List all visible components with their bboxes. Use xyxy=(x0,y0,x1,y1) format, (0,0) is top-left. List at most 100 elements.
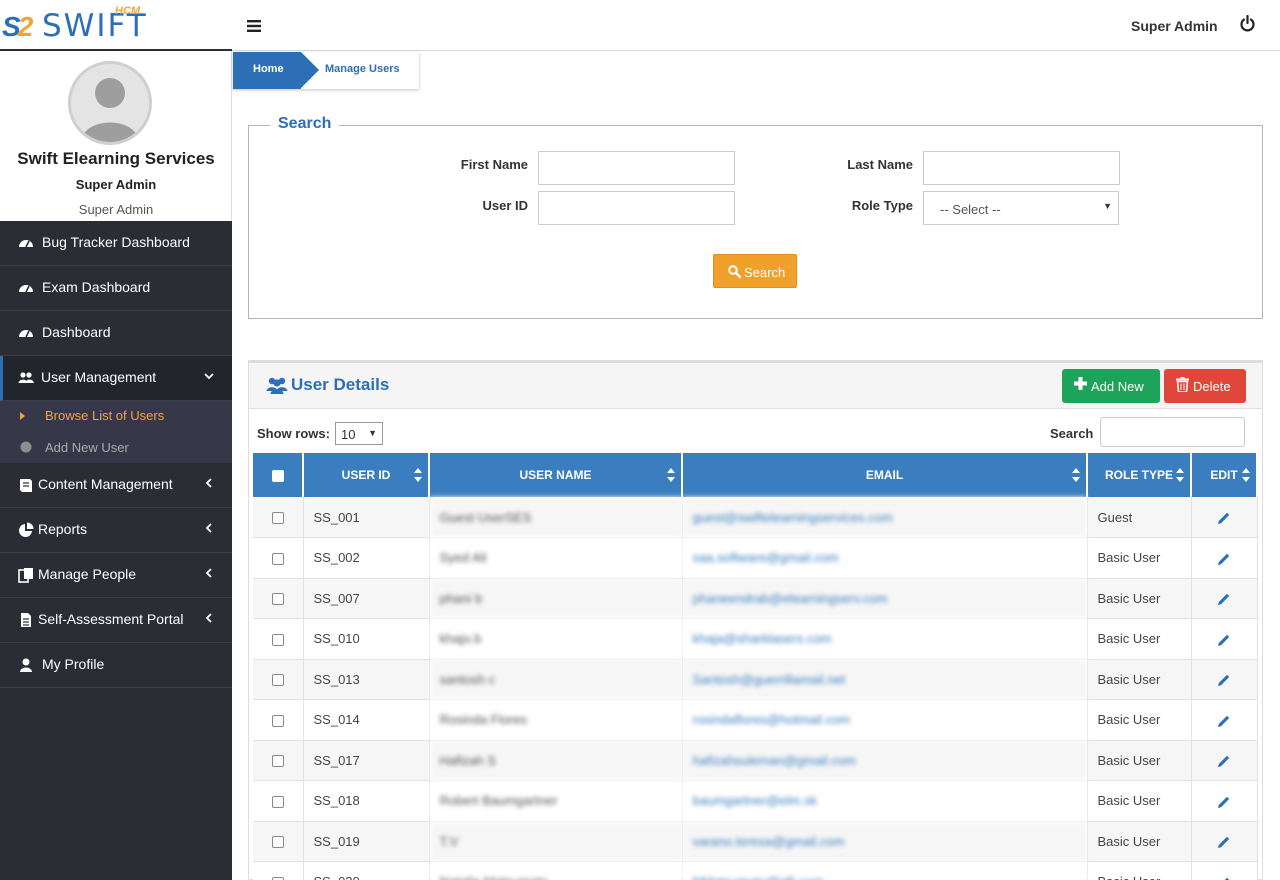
dashboard-icon xyxy=(19,240,33,248)
submenu-item-label: Browse List of Users xyxy=(45,408,165,423)
edit-icon[interactable] xyxy=(1217,876,1231,880)
user-name-cell: Syed Ali xyxy=(429,537,683,579)
user-name-cell: Hafizah S xyxy=(429,740,683,781)
email-cell[interactable]: NMatsumoto@elli.com xyxy=(682,861,1088,880)
row-checkbox[interactable] xyxy=(271,552,284,565)
table-search-input[interactable] xyxy=(1100,417,1245,447)
email-cell[interactable]: hafizahsuleman@gmail.com xyxy=(682,740,1088,781)
users-icon xyxy=(266,377,288,394)
user-avatar-icon xyxy=(68,61,152,145)
chevron-left-icon xyxy=(204,565,214,581)
edit-icon[interactable] xyxy=(1217,835,1231,849)
table-row: SS_007 phani b phaneendrab@elearningserv.c… xyxy=(253,578,1258,619)
show-rows-value: 10 xyxy=(341,427,356,442)
email-cell[interactable]: khaja@sharklasers.com xyxy=(682,618,1088,660)
column-header-user-id[interactable]: User ID xyxy=(303,453,430,497)
logo[interactable]: S2 SWIFT HCM xyxy=(0,0,232,51)
column-header-email[interactable]: Email xyxy=(682,453,1088,497)
row-checkbox[interactable] xyxy=(271,755,284,768)
column-header-label: Email xyxy=(865,468,904,482)
edit-icon[interactable] xyxy=(1217,795,1231,809)
user-id-cell: SS_010 xyxy=(303,618,430,660)
top-user-name[interactable]: Super Admin xyxy=(1131,18,1218,34)
breadcrumb-current[interactable]: Manage Users xyxy=(325,63,400,75)
email-cell[interactable]: varano.teresa@gmail.com xyxy=(682,821,1088,862)
sidebar-item-content-management[interactable]: Content Management xyxy=(0,463,232,508)
email-cell[interactable]: rosindaflores@hotmail.com xyxy=(682,699,1088,741)
row-checkbox[interactable] xyxy=(271,795,284,808)
user-id-cell: SS_007 xyxy=(303,578,430,619)
column-header-user-name[interactable]: User Name xyxy=(429,453,683,497)
sort-icon xyxy=(667,468,675,482)
user-id-cell: SS_001 xyxy=(303,497,430,538)
sidebar-item-self-assessment-portal[interactable]: Self-Assessment Portal xyxy=(0,598,232,643)
sidebar-item-user-management[interactable]: User Management xyxy=(0,356,232,401)
edit-icon[interactable] xyxy=(1217,633,1231,647)
chevron-left-icon xyxy=(204,475,214,491)
sidebar-item-bug-tracker-dashboard[interactable]: Bug Tracker Dashboard xyxy=(0,221,232,266)
role-type-select[interactable]: -- Select -- ▼ xyxy=(923,191,1119,225)
email-cell[interactable]: guest@swiftelearningservices.com xyxy=(682,497,1088,538)
role-type-cell: Guest xyxy=(1087,497,1192,538)
edit-icon[interactable] xyxy=(1217,511,1231,525)
user-name-cell: santosh c xyxy=(429,659,683,700)
sort-icon xyxy=(1072,468,1080,482)
chevron-left-icon xyxy=(204,610,214,626)
sidebar-item-exam-dashboard[interactable]: Exam Dashboard xyxy=(0,266,232,311)
user-details-panel: User Details Add New Delete Show rows: 1… xyxy=(248,360,1263,880)
role-type-cell: Basic User xyxy=(1087,578,1192,619)
row-checkbox[interactable] xyxy=(271,674,284,687)
user-name-cell: phani b xyxy=(429,578,683,619)
sidebar-item-manage-people[interactable]: Manage People xyxy=(0,553,232,598)
user-id-field[interactable] xyxy=(538,191,735,225)
column-header-role-type[interactable]: Role Type xyxy=(1087,453,1192,497)
email-cell[interactable]: Santosh@guerrillamail.net xyxy=(682,659,1088,700)
dashboard-icon xyxy=(19,285,33,293)
user-id-cell: SS_020 xyxy=(303,861,430,880)
email-cell[interactable]: baumgartner@elm.sk xyxy=(682,780,1088,822)
edit-icon[interactable] xyxy=(1217,552,1231,566)
last-name-field[interactable] xyxy=(923,151,1120,185)
email-cell[interactable]: saa.software@gmail.com xyxy=(682,537,1088,579)
row-checkbox[interactable] xyxy=(271,512,284,525)
sidebar-item-label: User Management xyxy=(41,369,157,385)
edit-icon[interactable] xyxy=(1217,592,1231,606)
chevron-left-icon xyxy=(204,520,214,536)
delete-label: Delete xyxy=(1193,379,1231,394)
user-name-cell: Rosinda Flores xyxy=(429,699,683,741)
power-icon[interactable] xyxy=(1240,14,1255,32)
row-checkbox[interactable] xyxy=(271,593,284,606)
user-id-label: User ID xyxy=(482,198,528,213)
row-checkbox[interactable] xyxy=(271,714,284,727)
email-cell[interactable]: phaneendrab@elearningserv.com xyxy=(682,578,1088,619)
logo-hcm: HCM xyxy=(115,5,141,17)
chevron-down-icon xyxy=(204,368,214,384)
search-button[interactable]: Search xyxy=(713,254,797,288)
delete-button[interactable]: Delete xyxy=(1164,369,1246,403)
sidebar-item-dashboard[interactable]: Dashboard xyxy=(0,311,232,356)
hamburger-icon[interactable] xyxy=(247,16,261,37)
breadcrumb: Home Manage Users xyxy=(233,52,419,89)
sidebar-item-label: Self-Assessment Portal xyxy=(38,611,184,627)
select-all-checkbox[interactable] xyxy=(271,469,284,482)
breadcrumb-arrow xyxy=(301,52,319,88)
submenu-item-add-new-user[interactable]: Add New User xyxy=(0,433,232,463)
add-new-button[interactable]: Add New xyxy=(1062,369,1160,403)
submenu-item-browse-users[interactable]: Browse List of Users xyxy=(0,401,232,431)
edit-icon[interactable] xyxy=(1217,673,1231,687)
table-header-row: User ID User Name Email Role Type Edit xyxy=(253,453,1258,497)
sidebar-item-label: Dashboard xyxy=(42,324,111,340)
sidebar-item-label: My Profile xyxy=(42,656,105,672)
edit-icon[interactable] xyxy=(1217,754,1231,768)
breadcrumb-home[interactable]: Home xyxy=(233,52,301,89)
sidebar-item-reports[interactable]: Reports xyxy=(0,508,232,553)
sidebar-item-my-profile[interactable]: My Profile xyxy=(0,643,232,688)
row-checkbox[interactable] xyxy=(271,633,284,646)
column-header-edit[interactable]: Edit xyxy=(1191,453,1258,497)
row-checkbox[interactable] xyxy=(271,836,284,849)
show-rows-select[interactable]: 10 ▼ xyxy=(335,422,383,445)
pie-chart-icon xyxy=(19,522,34,537)
edit-icon[interactable] xyxy=(1217,714,1231,728)
first-name-field[interactable] xyxy=(538,151,735,185)
sort-icon xyxy=(414,468,422,482)
